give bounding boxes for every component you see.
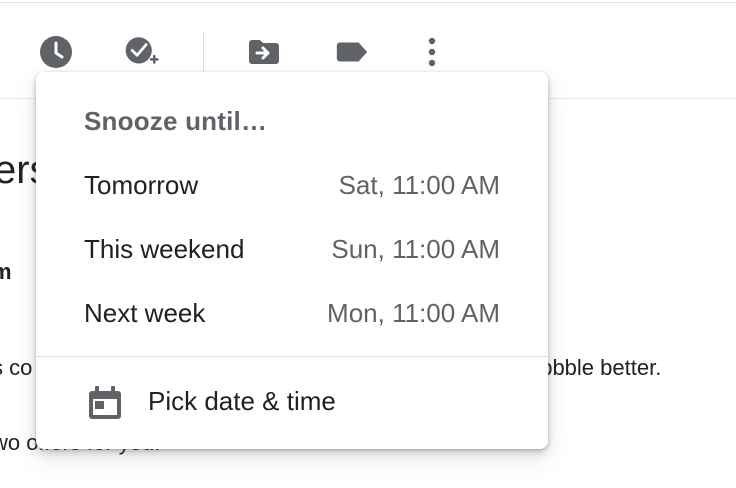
snooze-option-label: This weekend: [84, 234, 245, 264]
snooze-option-time: Sun, 11:00 AM: [331, 234, 500, 264]
snooze-menu-title: Snooze until…: [84, 106, 268, 136]
more-vert-icon[interactable]: [414, 34, 450, 70]
snooze-option-time: Mon, 11:00 AM: [327, 298, 500, 328]
label-icon[interactable]: [334, 34, 370, 70]
snooze-menu: Snooze until… Tomorrow Sat, 11:00 AM Thi…: [36, 72, 548, 449]
pick-date-time-option[interactable]: Pick date & time: [36, 372, 548, 434]
move-to-icon[interactable]: [246, 34, 282, 70]
email-body-line-left: s co: [0, 355, 33, 380]
clock-icon[interactable]: [38, 34, 74, 70]
snooze-option-tomorrow[interactable]: Tomorrow Sat, 11:00 AM: [36, 156, 548, 214]
snooze-option-this-weekend[interactable]: This weekend Sun, 11:00 AM: [36, 220, 548, 278]
snooze-option-next-week[interactable]: Next week Mon, 11:00 AM: [36, 284, 548, 342]
pick-date-time-label: Pick date & time: [148, 386, 336, 416]
add-task-icon[interactable]: [124, 34, 160, 70]
toolbar-separator: [203, 32, 204, 74]
snooze-option-time: Sat, 11:00 AM: [338, 170, 500, 200]
snooze-option-label: Tomorrow: [84, 170, 199, 200]
calendar-icon: [86, 384, 124, 422]
snooze-menu-divider: [36, 356, 548, 357]
snooze-option-label: Next week: [84, 298, 206, 328]
email-bold-fragment: m: [0, 259, 12, 284]
